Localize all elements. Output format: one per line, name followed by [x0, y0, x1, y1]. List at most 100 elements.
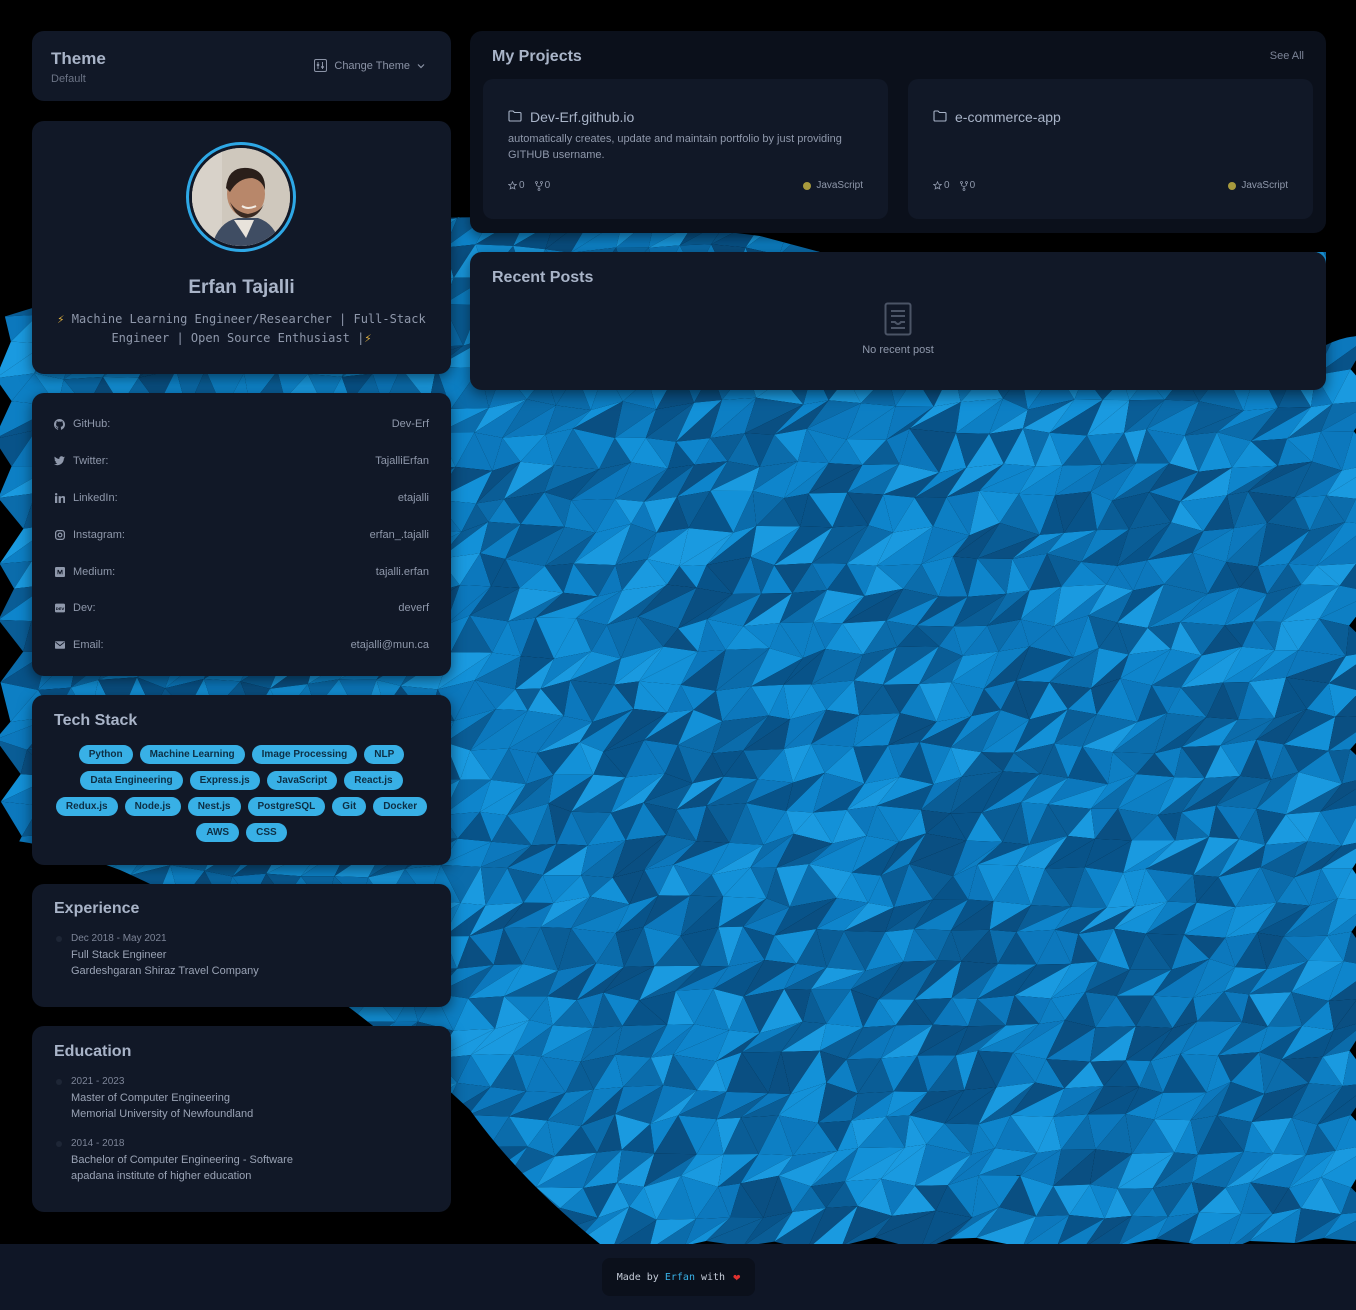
project-language: JavaScript — [803, 180, 863, 191]
tech-chip: Node.js — [124, 797, 181, 816]
twitter-icon — [54, 456, 65, 467]
dev-icon: DEV — [54, 603, 65, 614]
social-value[interactable]: etajalli — [398, 492, 429, 504]
project-name[interactable]: Dev-Erf.github.io — [508, 109, 634, 125]
instagram-icon — [54, 530, 65, 541]
education-degree: Master of Computer Engineering — [71, 1092, 230, 1104]
tech-chip: Redux.js — [55, 797, 118, 816]
profile-name: Erfan Tajalli — [188, 277, 295, 298]
folder-icon — [508, 109, 522, 125]
education-school: apadana institute of higher education — [71, 1170, 252, 1182]
empty-document-icon — [884, 302, 912, 341]
education-degree: Bachelor of Computer Engineering - Softw… — [71, 1154, 293, 1166]
social-value[interactable]: tajalli.erfan — [376, 566, 429, 578]
project-name[interactable]: e-commerce-app — [933, 109, 1061, 125]
timeline-dot — [56, 936, 62, 942]
star-icon — [508, 181, 517, 190]
no-posts-text: No recent post — [862, 344, 934, 356]
social-row-twitter[interactable]: Twitter: TajalliErfan — [54, 451, 429, 471]
heart-icon: ❤ — [733, 1270, 741, 1284]
social-label: Medium: — [73, 566, 116, 578]
education-school: Memorial University of Newfoundland — [71, 1108, 254, 1120]
social-value[interactable]: Dev-Erf — [392, 418, 429, 430]
experience-date: Dec 2018 - May 2021 — [71, 933, 167, 944]
education-title: Education — [54, 1043, 132, 1060]
change-theme-label: Change Theme — [334, 59, 410, 72]
project-name-text: Dev-Erf.github.io — [530, 109, 635, 125]
experience-company: Gardeshgaran Shiraz Travel Company — [71, 965, 259, 977]
experience-card: Experience Dec 2018 - May 2021 Full Stac… — [32, 884, 451, 1007]
avatar-ring — [186, 142, 296, 252]
tech-chip: NLP — [364, 745, 405, 764]
footer-author-link[interactable]: Erfan — [665, 1272, 695, 1283]
social-value[interactable]: TajalliErfan — [375, 455, 429, 467]
fork-icon — [959, 180, 968, 191]
tech-chip: Python — [78, 745, 133, 764]
experience-role: Full Stack Engineer — [71, 949, 167, 961]
avatar — [192, 148, 290, 246]
social-links-card: GitHub: Dev-Erf Twitter: TajalliErfan Li… — [32, 393, 451, 676]
tech-chip: React.js — [344, 771, 403, 790]
svg-text:DEV: DEV — [55, 607, 64, 611]
footer-credit: Made by Erfan with ❤ — [602, 1258, 755, 1296]
medium-icon — [54, 567, 65, 578]
social-label: Instagram: — [73, 529, 125, 541]
social-row-instagram[interactable]: Instagram: erfan_.tajalli — [54, 525, 429, 545]
social-row-email[interactable]: Email: etajalli@mun.ca — [54, 635, 429, 655]
see-all-link[interactable]: See All — [1270, 50, 1304, 62]
social-label: GitHub: — [73, 418, 111, 430]
theme-card: Theme Default Change Theme — [32, 31, 451, 101]
recent-posts-card: Recent Posts No recent post — [470, 252, 1326, 390]
tech-stack-chips: Python Machine Learning Image Processing NL… — [50, 745, 433, 842]
chevron-down-icon — [417, 63, 425, 69]
project-card[interactable]: Dev-Erf.github.io automatically creates,… — [483, 79, 888, 219]
social-row-dev[interactable]: DEV Dev: deverf — [54, 598, 429, 618]
project-description: automatically creates, update and mainta… — [508, 133, 842, 161]
folder-icon — [933, 109, 947, 125]
tech-chip: CSS — [246, 823, 287, 842]
change-theme-button[interactable]: Change Theme — [314, 59, 425, 72]
social-value[interactable]: etajalli@mun.ca — [351, 639, 429, 651]
tech-chip: Nest.js — [187, 797, 241, 816]
language-name: JavaScript — [816, 180, 863, 191]
experience-title: Experience — [54, 900, 140, 917]
language-color-dot — [1228, 181, 1237, 190]
social-row-medium[interactable]: Medium: tajalli.erfan — [54, 562, 429, 582]
tech-chip: Git — [332, 797, 367, 816]
education-date: 2014 - 2018 — [71, 1138, 125, 1149]
project-stats: 0 0 — [933, 180, 975, 191]
tech-chip: Express.js — [189, 771, 260, 790]
social-label: LinkedIn: — [73, 492, 118, 504]
project-language: JavaScript — [1228, 180, 1288, 191]
star-icon — [933, 181, 942, 190]
forks-count: 0 — [969, 180, 976, 191]
tech-chip: Data Engineering — [80, 771, 183, 790]
project-stars: 0 — [933, 180, 950, 191]
recent-posts-title: Recent Posts — [492, 269, 594, 286]
language-name: JavaScript — [1241, 180, 1288, 191]
tech-stack-title: Tech Stack — [54, 712, 138, 729]
tech-chip: JavaScript — [266, 771, 338, 790]
tech-chip: PostgreSQL — [247, 797, 326, 816]
lightning-icon: ⚡ — [364, 331, 372, 345]
project-card[interactable]: e-commerce-app 0 0 JavaScript — [908, 79, 1313, 219]
social-value[interactable]: deverf — [398, 602, 429, 614]
bio-line-1: Machine Learning Engineer/Researcher | F… — [64, 312, 426, 326]
social-row-linkedin[interactable]: LinkedIn: etajalli — [54, 488, 429, 508]
projects-section: My Projects See All Dev-Erf.github.io au… — [470, 31, 1326, 233]
social-value[interactable]: erfan_.tajalli — [370, 529, 429, 541]
bio-line-2: Engineer | Open Source Enthusiast | — [111, 331, 365, 345]
language-color-dot — [803, 181, 812, 190]
education-date: 2021 - 2023 — [71, 1076, 125, 1087]
projects-title: My Projects — [492, 48, 582, 65]
project-forks: 0 — [959, 180, 976, 191]
project-name-text: e-commerce-app — [955, 109, 1061, 125]
footer-made-by: Made by — [616, 1271, 665, 1283]
social-label: Dev: — [73, 602, 96, 614]
social-row-github[interactable]: GitHub: Dev-Erf — [54, 414, 429, 434]
theme-title: Theme — [51, 49, 106, 68]
education-card: Education 2021 - 2023 Master of Computer… — [32, 1026, 451, 1212]
footer: Made by Erfan with ❤ — [0, 1244, 1356, 1310]
fork-icon — [534, 180, 543, 191]
tech-stack-card: Tech Stack Python Machine Learning Image P… — [32, 695, 451, 865]
